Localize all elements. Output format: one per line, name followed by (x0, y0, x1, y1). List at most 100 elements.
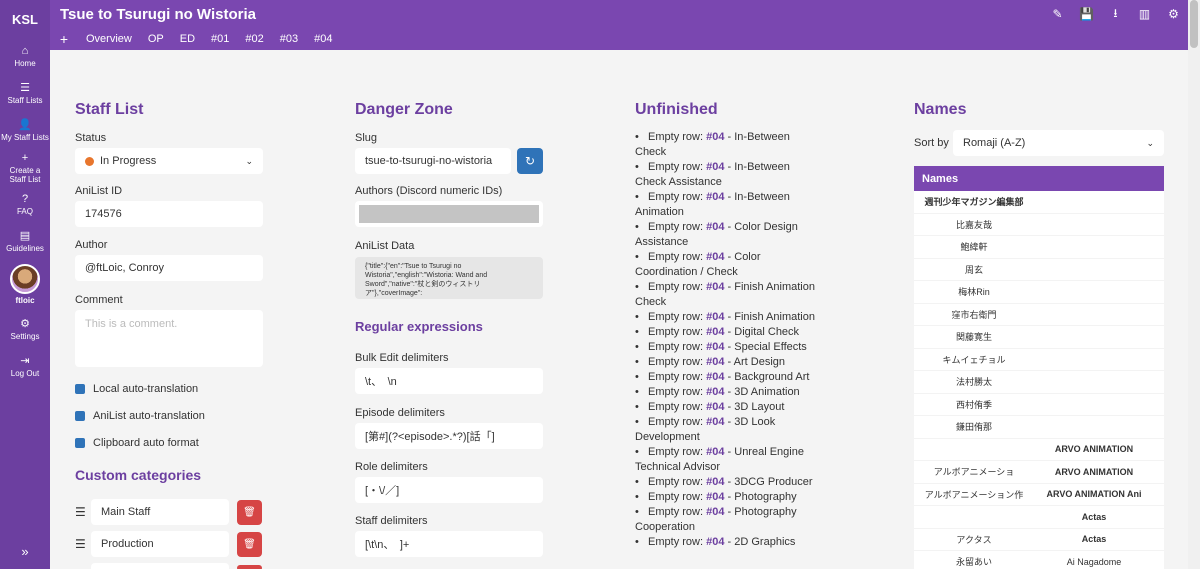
tab-op[interactable]: OP (140, 33, 172, 45)
category-input[interactable] (91, 563, 229, 569)
staff-input[interactable]: [\t\n、 ]+ (355, 531, 543, 557)
episode-input[interactable]: [第#](?<episode>.*?)[話「] (355, 423, 543, 449)
clipboard-auto-format-checkbox[interactable]: Clipboard auto format (75, 437, 199, 449)
episode-link[interactable]: #04 (706, 536, 724, 548)
drag-handle-icon[interactable]: ☰ (75, 537, 91, 551)
episode-link[interactable]: #04 (706, 371, 724, 383)
avatar[interactable] (10, 264, 40, 294)
edit-button[interactable]: ✎ (1043, 0, 1072, 28)
episode-link[interactable]: #04 (706, 341, 724, 353)
names-row[interactable]: アルボアニメーショ ARVO ANIMATION (914, 461, 1164, 484)
episode-link[interactable]: #04 (706, 131, 724, 143)
names-row[interactable]: アルボアニメーション作 ARVO ANIMATION Ani (914, 484, 1164, 506)
episode-link[interactable]: #04 (706, 161, 724, 173)
drag-handle-icon[interactable]: ☰ (75, 505, 91, 519)
names-row[interactable]: ARVO ANIMATION (914, 439, 1164, 461)
category-input[interactable]: Production (91, 531, 229, 557)
unfinished-item: • Empty row: #04 - Digital Check (635, 326, 800, 338)
episode-link[interactable]: #04 (706, 326, 724, 338)
tab-ep-01[interactable]: #01 (203, 33, 237, 45)
names-table-header: Names (914, 166, 1164, 191)
authors-input[interactable] (355, 201, 543, 227)
anilist-id-input[interactable]: 174576 (75, 201, 263, 227)
episode-link[interactable]: #04 (706, 281, 724, 293)
download-button[interactable]: ⭳ (1101, 0, 1130, 28)
episode-link[interactable]: #04 (706, 476, 724, 488)
tab-ed[interactable]: ED (172, 33, 203, 45)
names-row[interactable]: 比嘉友哉 (914, 214, 1164, 236)
delete-category-button[interactable]: 🗑 (237, 531, 262, 557)
episode-link[interactable]: #04 (706, 386, 724, 398)
episode-link[interactable]: #04 (706, 401, 724, 413)
sidebar-item-guidelines[interactable]: ▤ Guidelines (0, 223, 50, 260)
sidebar-item-home[interactable]: ⌂ Home (0, 38, 50, 75)
bulk-input[interactable]: \t、 \n (355, 368, 543, 394)
sidebar-item-create-a-staff-list[interactable]: + Create a Staff List (0, 149, 50, 186)
stats-button[interactable]: ▥ (1130, 0, 1159, 28)
anilist-data-textarea[interactable]: {"title":{"en":"Tsue to Tsurugi no Wisto… (355, 257, 543, 299)
empty-row-prefix: Empty row: (648, 326, 704, 338)
names-row[interactable]: 鮑緯軒 (914, 236, 1164, 259)
category-input[interactable]: Main Staff (91, 499, 229, 525)
episode-link[interactable]: #04 (706, 311, 724, 323)
tab-ep-03[interactable]: #03 (272, 33, 306, 45)
save-button[interactable]: 💾 (1072, 0, 1101, 28)
local-auto-translation-checkbox[interactable]: Local auto-translation (75, 383, 198, 395)
episode-link[interactable]: #04 (706, 506, 724, 518)
sidebar-item-faq[interactable]: ? FAQ (0, 186, 50, 223)
gear-button[interactable]: ⚙ (1159, 0, 1188, 28)
episode-link[interactable]: #04 (706, 191, 724, 203)
delete-category-button[interactable] (237, 565, 262, 569)
names-row[interactable]: 梅林Rin (914, 281, 1164, 304)
sidebar-item-label: My Staff Lists (1, 133, 49, 142)
expand-sidebar-icon[interactable]: » (0, 544, 50, 559)
sidebar-item-log-out[interactable]: ⇥ Log Out (0, 348, 50, 385)
tab-overview[interactable]: Overview (78, 33, 140, 45)
slug-input[interactable]: tsue-to-tsurugi-no-wistoria (355, 148, 511, 174)
scrollbar-thumb[interactable] (1190, 0, 1198, 48)
scrollbar[interactable] (1188, 0, 1200, 569)
status-select[interactable]: In Progress ⌄ (75, 148, 263, 174)
names-row[interactable]: Actas (914, 506, 1164, 529)
anilist-auto-translation-checkbox[interactable]: AniList auto-translation (75, 410, 205, 422)
add-tab-button[interactable]: + (50, 31, 78, 47)
episode-link[interactable]: #04 (706, 251, 724, 263)
empty-row-prefix: Empty row: (648, 401, 704, 413)
sidebar-item-settings[interactable]: ⚙ Settings (0, 311, 50, 348)
user-profile[interactable]: ftloic (0, 264, 50, 305)
delete-category-button[interactable]: 🗑 (237, 499, 262, 525)
episode-link[interactable]: #04 (706, 356, 724, 368)
user-icon: 👤 (18, 119, 32, 131)
names-table: Names 週刊少年マガジン編集部 比嘉友哉 鮑緯軒 周玄 梅林Rin 窪市右衛門 関藤寛生… (914, 166, 1164, 569)
sidebar-item-my-staff-lists[interactable]: 👤 My Staff Lists (0, 112, 50, 149)
names-row[interactable]: 永留あい Ai Nagadome (914, 551, 1164, 569)
episode-link[interactable]: #04 (706, 446, 724, 458)
comment-label: Comment (75, 294, 123, 306)
names-row[interactable]: アクタス Actas (914, 529, 1164, 551)
names-row[interactable]: 法村勝太 (914, 371, 1164, 394)
names-row[interactable]: 周玄 (914, 259, 1164, 281)
username: ftloic (15, 296, 35, 305)
episode-link[interactable]: #04 (706, 491, 724, 503)
names-row[interactable]: 窪市右衛門 (914, 304, 1164, 326)
redacted-block (359, 205, 539, 223)
episode-link[interactable]: #04 (706, 416, 724, 428)
names-heading: Names (914, 101, 967, 118)
role-input[interactable]: [・\/／] (355, 477, 543, 503)
names-row[interactable]: キムイェチョル (914, 349, 1164, 371)
refresh-slug-button[interactable]: ↻ (517, 148, 543, 174)
tab-ep-02[interactable]: #02 (237, 33, 271, 45)
episode-link[interactable]: #04 (706, 221, 724, 233)
native-name: 法村勝太 (955, 377, 992, 388)
comment-textarea[interactable]: This is a comment. (75, 310, 263, 367)
app-logo[interactable]: KSL (0, 0, 50, 38)
sidebar-item-staff-lists[interactable]: ☰ Staff Lists (0, 75, 50, 112)
names-row[interactable]: 関藤寛生 (914, 326, 1164, 349)
author-input[interactable]: @ftLoic, Conroy (75, 255, 263, 281)
tab-ep-04[interactable]: #04 (306, 33, 340, 45)
names-row[interactable]: 西村侑季 (914, 394, 1164, 416)
names-row[interactable]: 週刊少年マガジン編集部 (914, 191, 1164, 214)
names-row[interactable]: 鎌田侑那 (914, 416, 1164, 439)
sort-select[interactable]: Romaji (A-Z) ⌄ (953, 130, 1164, 156)
romaji-name: ARVO ANIMATION (1054, 466, 1134, 477)
